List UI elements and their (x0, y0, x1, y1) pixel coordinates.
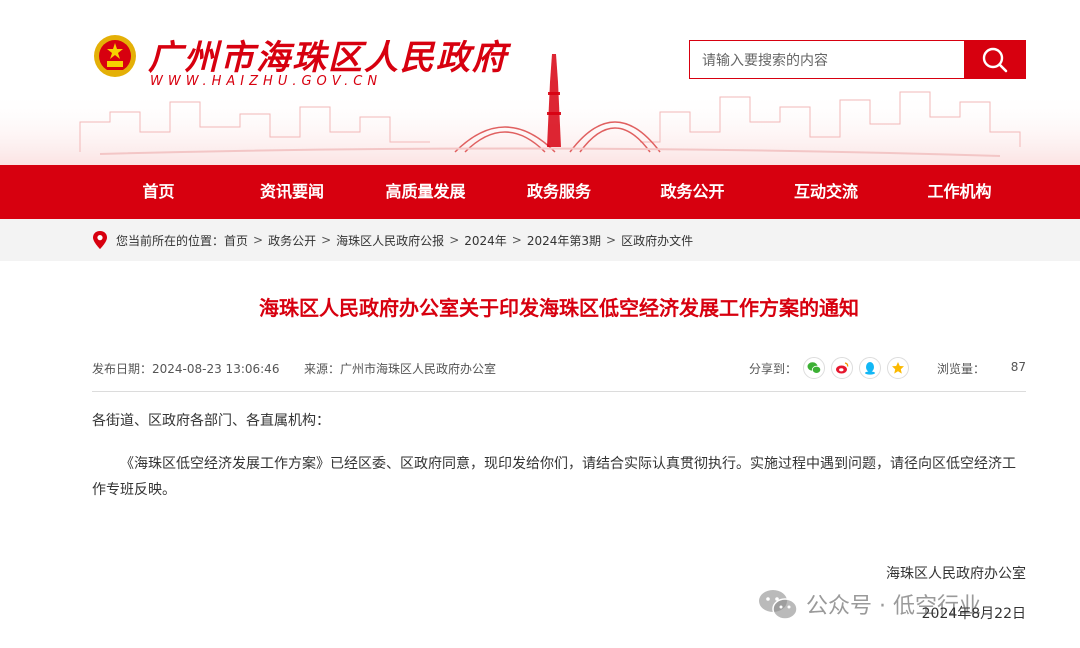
nav-item-interaction[interactable]: 互动交流 (760, 165, 893, 219)
site-url[interactable]: WWW.HAIZHU.GOV.CN (150, 74, 382, 89)
publish-date: 发布日期：2024-08-23 13:06:46 (92, 362, 280, 376)
nav-item-home[interactable]: 首页 (92, 165, 225, 219)
qzone-icon (892, 362, 905, 374)
article-salutation: 各街道、区政府各部门、各直属机构： (92, 413, 330, 429)
breadcrumb-separator: > (449, 233, 460, 247)
nav-item-disclosure[interactable]: 政务公开 (626, 165, 759, 219)
breadcrumb-separator: > (321, 233, 332, 247)
qzone-share-button[interactable] (887, 357, 910, 379)
nav-item-news[interactable]: 资讯要闻 (226, 165, 359, 219)
qq-icon (865, 362, 876, 375)
search-button[interactable] (964, 41, 1025, 78)
wechat-share-button[interactable] (803, 357, 826, 379)
breadcrumb-separator: > (606, 233, 617, 247)
wechat-icon (759, 590, 798, 620)
search-box (689, 40, 1026, 79)
sign-date: 2024年8月22日 (921, 606, 1026, 622)
article-meta: 发布日期：2024-08-23 13:06:46 来源：广州市海珠区人民政府办公… (92, 357, 1026, 379)
breadcrumb-prefix: 您当前所在的位置： (116, 233, 225, 248)
breadcrumb-separator: > (253, 233, 264, 247)
qq-share-button[interactable] (859, 357, 882, 379)
share-bar: 分享到： (749, 357, 910, 379)
nav-item-agencies[interactable]: 工作机构 (893, 165, 1026, 219)
location-pin-icon (93, 231, 107, 249)
nav-item-services[interactable]: 政务服务 (493, 165, 626, 219)
article-signature: 海珠区人民政府办公室 (886, 566, 1026, 582)
views-count: 87 (1010, 360, 1026, 374)
breadcrumb-item-gazette[interactable]: 海珠区人民政府公报 (336, 232, 444, 249)
meta-divider (92, 391, 1026, 392)
article-source: 来源：广州市海珠区人民政府办公室 (304, 362, 497, 376)
article-body: 《海珠区低空经济发展工作方案》已经区委、区政府同意，现印发给你们，请结合实际认真… (92, 456, 1016, 498)
breadcrumb-item-issue[interactable]: 2024年第3期 (527, 232, 601, 249)
site-header: 广州市海珠区人民政府 WWW.HAIZHU.GOV.CN (0, 0, 1080, 165)
share-label: 分享到： (749, 361, 798, 376)
site-title[interactable]: 广州市海珠区人民政府 (148, 30, 508, 79)
breadcrumb-separator: > (511, 233, 522, 247)
search-icon (982, 47, 1007, 72)
breadcrumb-item-year[interactable]: 2024年 (464, 232, 507, 249)
breadcrumb: 您当前所在的位置： 首页 > 政务公开 > 海珠区人民政府公报 > 2024年 … (92, 219, 693, 261)
national-emblem-icon (94, 35, 136, 77)
wechat-icon (807, 362, 822, 374)
nav-item-development[interactable]: 高质量发展 (359, 165, 492, 219)
nav-list: 首页 资讯要闻 高质量发展 政务服务 政务公开 互动交流 工作机构 (92, 165, 1026, 219)
breadcrumb-item-home[interactable]: 首页 (224, 232, 248, 249)
breadcrumb-item-disclosure[interactable]: 政务公开 (268, 232, 316, 249)
views-label: 浏览量： (937, 362, 986, 376)
search-input[interactable] (690, 41, 964, 78)
main-nav: 首页 资讯要闻 高质量发展 政务服务 政务公开 互动交流 工作机构 (0, 165, 1080, 219)
breadcrumb-bar: 您当前所在的位置： 首页 > 政务公开 > 海珠区人民政府公报 > 2024年 … (0, 219, 1080, 261)
weibo-share-button[interactable] (831, 357, 854, 379)
weibo-icon (836, 362, 849, 374)
breadcrumb-item-category[interactable]: 区政府办文件 (621, 232, 693, 249)
article-title: 海珠区人民政府办公室关于印发海珠区低空经济发展工作方案的通知 (259, 296, 859, 320)
